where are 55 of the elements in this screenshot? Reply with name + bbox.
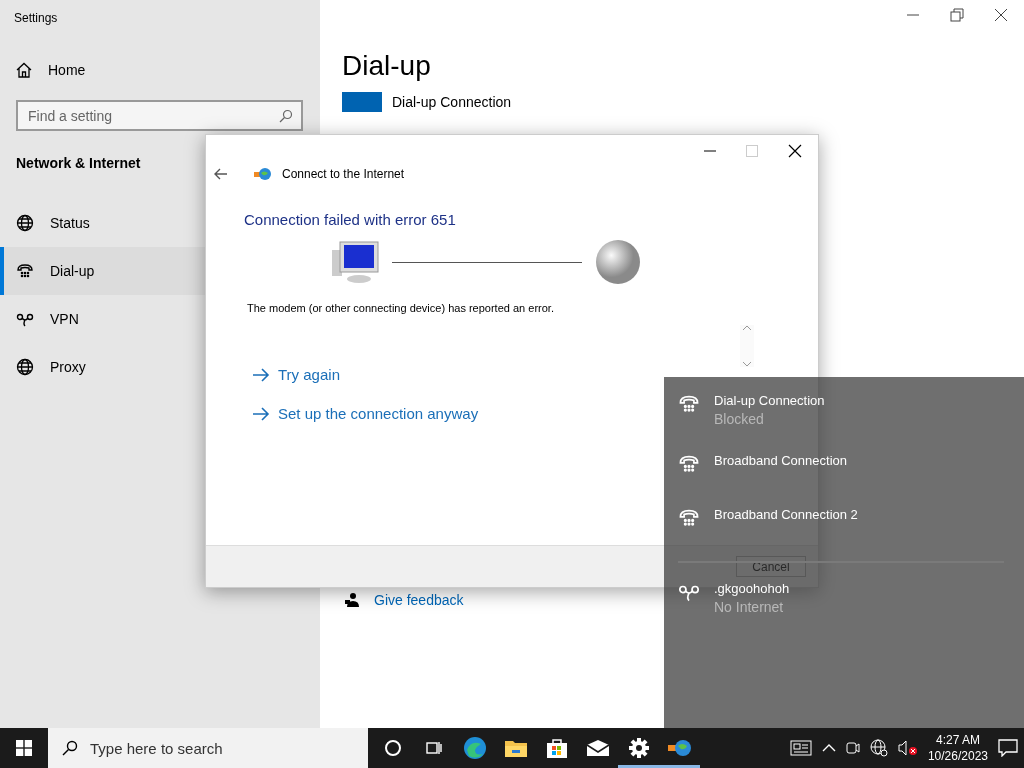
circle-icon[interactable]: [383, 739, 402, 757]
network-item[interactable]: Broadband Connection: [678, 453, 1024, 507]
error-message: The modem (or other connecting device) has reported an error.: [247, 302, 555, 314]
notification-icon[interactable]: [998, 739, 1018, 757]
restore-icon[interactable]: [950, 8, 964, 22]
globe-icon: [594, 238, 642, 286]
globe-icon: [16, 358, 34, 376]
chevron-up-icon[interactable]: [821, 743, 836, 753]
network-item[interactable]: Broadband Connection 2: [678, 507, 1024, 561]
phone-icon: [678, 393, 700, 415]
search-icon: [62, 740, 78, 756]
feedback-link[interactable]: Give feedback: [374, 592, 464, 608]
phone-icon: [16, 262, 34, 280]
network-icon[interactable]: [869, 739, 888, 757]
windows-icon: [16, 740, 32, 756]
store-icon[interactable]: [545, 737, 568, 759]
clock[interactable]: 4:27 AM 10/26/2023: [927, 732, 988, 764]
feedback-icon: [344, 592, 360, 608]
taskbar-search-box[interactable]: Type here to search: [48, 728, 368, 768]
page-heading: Dial-up: [342, 50, 432, 82]
scroll-down-icon[interactable]: [742, 361, 752, 367]
task-view-icon[interactable]: [424, 739, 443, 757]
home-icon: [16, 62, 32, 78]
network-item[interactable]: .gkgoohohoh No Internet: [678, 581, 1024, 641]
volume-muted-icon[interactable]: [897, 740, 918, 756]
edge-icon[interactable]: [462, 736, 487, 760]
error-heading: Connection failed with error 651: [244, 211, 457, 228]
search-field[interactable]: Find a setting: [26, 106, 279, 125]
home-link[interactable]: Home: [48, 62, 86, 78]
network-item[interactable]: Dial-up Connection Blocked: [678, 393, 1024, 453]
mail-icon[interactable]: [585, 739, 610, 757]
phone-icon: [678, 507, 700, 529]
section-heading: Network & Internet: [16, 155, 142, 171]
connection-name[interactable]: Dial-up Connection: [392, 94, 512, 110]
gear-icon[interactable]: [627, 737, 650, 759]
phone-icon: [678, 453, 700, 475]
globe-connect-icon: [254, 167, 272, 181]
arrow-icon: [252, 406, 270, 421]
scroll-up-icon[interactable]: [742, 325, 752, 331]
taskbar-search-field[interactable]: Type here to search: [88, 738, 368, 758]
connection-icon: [342, 92, 382, 112]
back-icon[interactable]: [214, 168, 228, 180]
news-icon[interactable]: [789, 740, 812, 756]
search-box[interactable]: Find a setting: [16, 100, 303, 131]
arrow-icon: [252, 367, 270, 382]
search-icon: [279, 108, 293, 123]
camera-icon[interactable]: [845, 740, 860, 756]
dialog-title: Connect to the Internet: [282, 167, 405, 181]
close-icon[interactable]: [994, 8, 1008, 22]
globe-connect-icon[interactable]: [666, 737, 693, 759]
close-icon[interactable]: [788, 144, 802, 158]
computer-icon: [332, 240, 380, 284]
folder-icon[interactable]: [503, 738, 528, 758]
command-link[interactable]: Try again: [252, 366, 818, 383]
window-title: Settings: [14, 11, 59, 25]
